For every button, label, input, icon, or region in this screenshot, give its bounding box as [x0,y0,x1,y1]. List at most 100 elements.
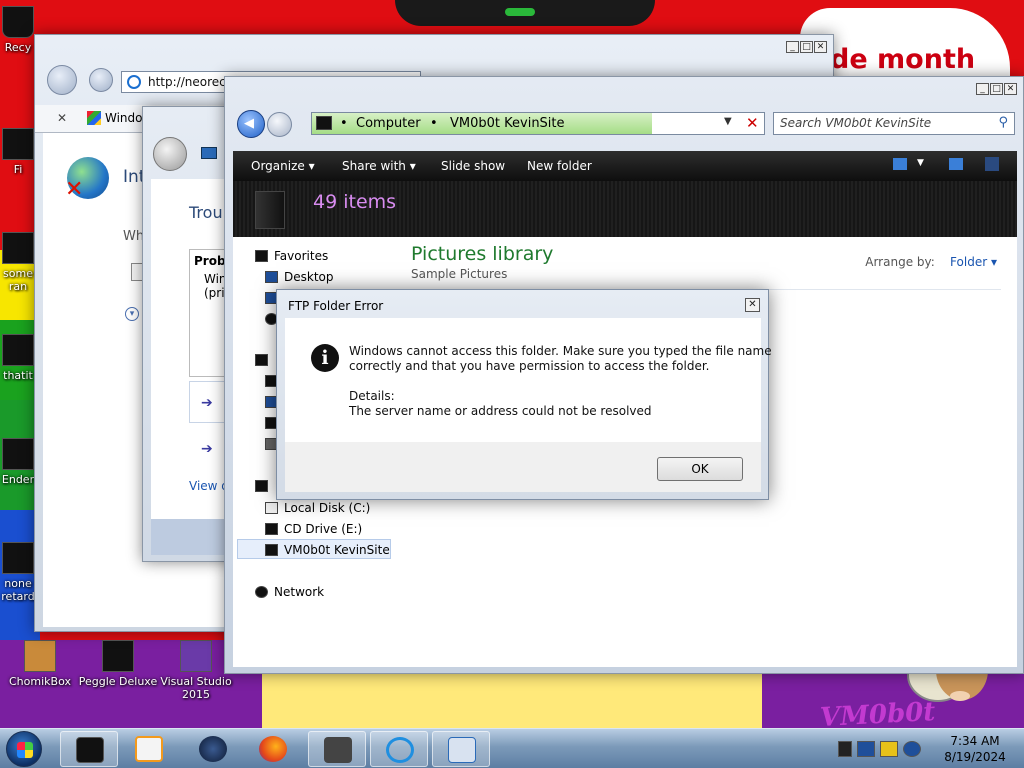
nav-libraries[interactable] [255,353,274,367]
close-button[interactable]: ✕ [814,41,827,53]
minimize-button[interactable]: _ [786,41,799,53]
nav-network[interactable]: Network [255,585,324,599]
taskbar-troubleshooter[interactable] [432,731,490,767]
explorer-toolbar: Organize ▾ Share with ▾ Slide show New f… [233,151,1017,181]
nav-cd-drive[interactable]: CD Drive (E:) [265,522,362,536]
search-placeholder: Search VM0b0t KevinSite [780,116,932,130]
breadcrumb-computer[interactable]: Computer [356,116,421,131]
ie-logo-icon [127,75,141,89]
folder-icon [76,737,104,763]
windows-favicon-icon [87,111,101,125]
explorer-search-input[interactable]: Search VM0b0t KevinSite ⚲ [773,112,1015,135]
favorites-icon [255,250,268,262]
explorer-back-button[interactable] [237,110,265,138]
site-folder-icon [316,116,332,130]
nav-vm0b0t-kevinsite[interactable]: VM0b0t KevinSite [265,543,390,557]
arrange-by[interactable]: Arrange by: Folder ▾ [865,255,997,269]
tray-app-icon[interactable] [880,741,898,757]
dialog-close-button[interactable]: ✕ [745,298,760,312]
network-icon [255,586,268,598]
explorer-address-bar[interactable]: • Computer • VM0b0t KevinSite ▼ ✕ [311,112,765,135]
expand-chevron-icon[interactable]: ▾ [125,307,139,321]
address-dropdown-icon[interactable]: ▼ [724,116,732,127]
ie-back-button[interactable] [47,65,77,95]
dialog-title: FTP Folder Error [288,299,384,313]
ie-tab-label: Windo [105,111,143,125]
item-count: 49 items [313,191,397,213]
globe-icon [199,736,227,762]
dialog-details-label: Details: [349,389,395,403]
nav-favorites[interactable]: Favorites [255,249,328,263]
new-folder-button[interactable]: New folder [527,159,592,173]
desktop-icon-peggle[interactable]: Peggle Deluxe [78,640,158,688]
taskbar-internet-explorer[interactable] [370,731,428,767]
ftp-folder-error-dialog[interactable]: FTP Folder Error ✕ i Windows cannot acce… [276,289,772,500]
clock-date: 8/19/2024 [944,750,1006,764]
dialog-message-line-2: correctly and that you have permission t… [349,359,710,373]
library-subtitle: Sample Pictures [411,267,508,281]
ie-address-text: http://neoreco [148,75,234,89]
start-button[interactable] [6,731,42,767]
tab-close-icon[interactable]: ✕ [57,111,67,125]
ie-body-text: Wh [123,229,145,244]
internet-explorer-icon [386,737,414,763]
search-icon[interactable]: ⚲ [998,115,1008,130]
ie-forward-button[interactable] [89,68,113,92]
ie-caption-buttons: _ □ ✕ [786,41,827,53]
troubleshooter-icon [448,737,476,763]
troubleshoot-back-button[interactable] [153,137,187,171]
taskbar-clock[interactable]: 7:34 AM 8/19/2024 [944,733,1006,765]
taskbar-media-player[interactable] [120,731,178,767]
dialog-details-text: The server name or address could not be … [349,404,652,418]
organize-button[interactable]: Organize ▾ [251,159,315,173]
maximize-button[interactable]: □ [990,83,1003,95]
close-button[interactable]: ✕ [1004,83,1017,95]
slide-show-button[interactable]: Slide show [441,159,505,173]
arrange-value[interactable]: Folder [950,255,987,269]
view-icon[interactable] [893,158,907,170]
minimize-button[interactable]: _ [976,83,989,95]
media-player-icon [135,736,163,762]
nav-desktop[interactable]: Desktop [265,270,334,284]
site-folder-icon [265,544,278,556]
option-arrow-icon: ➔ [201,395,213,411]
disk-icon [265,502,278,514]
tray-app-icon-2[interactable] [903,741,921,757]
taskbar-firefox[interactable] [244,731,302,767]
libraries-icon [255,354,268,366]
taskbar: 7:34 AM 8/19/2024 [0,728,1024,768]
tray-expand-icon[interactable] [838,741,852,757]
stop-icon[interactable]: ✕ [746,114,759,132]
computer-icon [255,480,268,492]
info-icon: i [311,344,339,372]
taskbar-chess[interactable] [308,731,366,767]
view-dropdown-icon[interactable]: ▼ [917,158,924,168]
explorer-caption-buttons: _ □ ✕ [976,83,1017,95]
explorer-details-pane: 49 items [233,181,1017,237]
windows-logo-icon [17,742,33,758]
firefox-icon [259,736,287,762]
share-with-button[interactable]: Share with ▾ [342,159,416,173]
system-tray [838,732,921,766]
arrange-dropdown-icon[interactable]: ▾ [991,255,997,269]
breadcrumb-site[interactable]: VM0b0t KevinSite [450,116,565,131]
option-arrow-icon-2: ➔ [201,441,213,457]
desktop-icon-chomikbox[interactable]: ChomikBox [0,640,80,688]
preview-pane-icon[interactable] [949,158,963,170]
explorer-forward-button[interactable] [267,112,292,137]
ok-button[interactable]: OK [657,457,743,481]
troubleshoot-icon [201,147,217,159]
view-details-link[interactable]: View d [189,479,229,493]
clock-time: 7:34 AM [950,734,1000,748]
dialog-message-line-1: Windows cannot access this folder. Make … [349,344,772,358]
maximize-button[interactable]: □ [800,41,813,53]
taskbar-globe-app[interactable] [184,731,242,767]
cd-drive-icon [265,523,278,535]
tray-network-icon[interactable] [857,741,875,757]
taskbar-explorer[interactable] [60,731,118,767]
library-title: Pictures library [411,243,554,265]
nav-computer[interactable] [255,479,274,493]
wallpaper-yellow-area [262,672,762,728]
nav-local-disk[interactable]: Local Disk (C:) [265,501,370,515]
help-icon[interactable] [985,157,999,171]
